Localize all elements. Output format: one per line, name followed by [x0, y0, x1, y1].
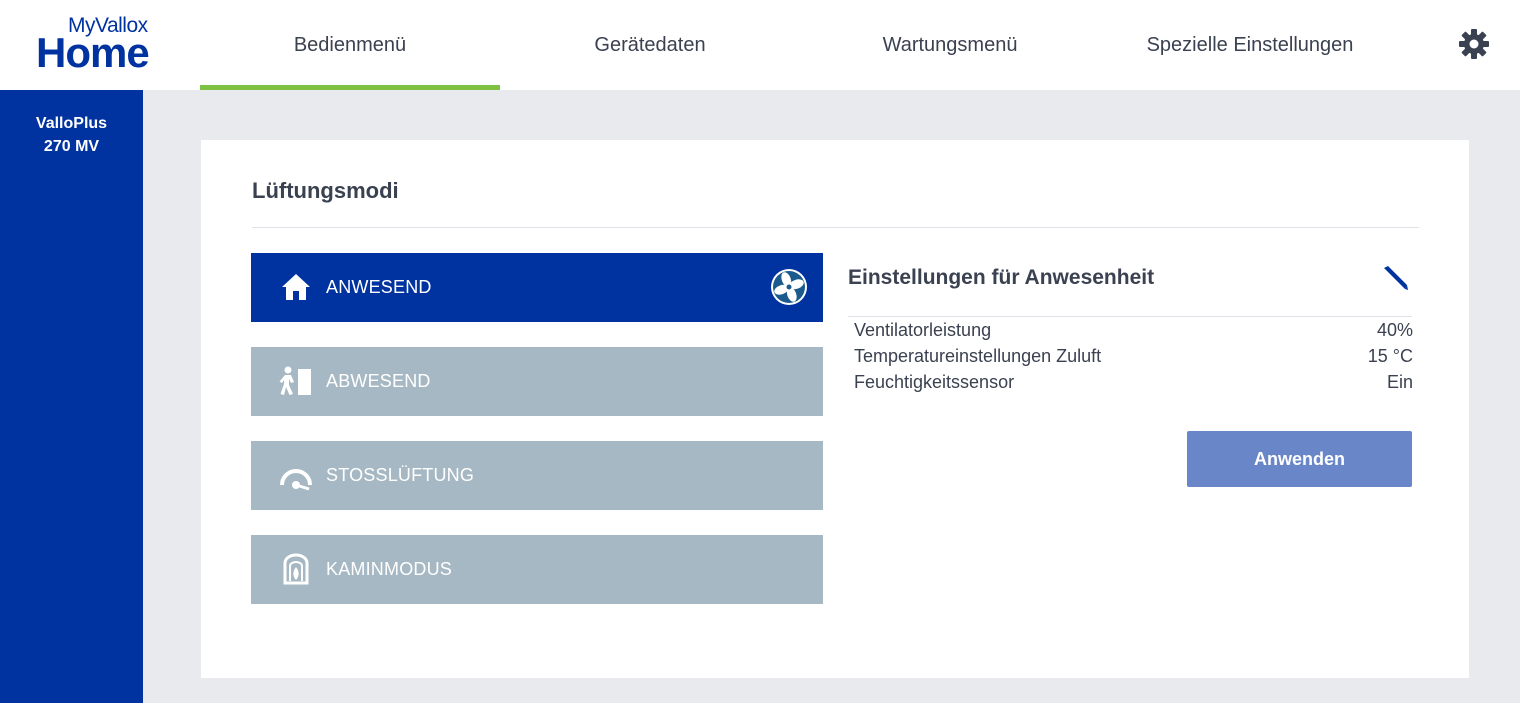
fireplace-icon	[283, 553, 309, 585]
logo-big-text: Home	[36, 29, 150, 76]
setting-label: Ventilatorleistung	[854, 320, 992, 340]
tab-label: Gerätedaten	[594, 33, 706, 56]
setting-value: 40%	[1376, 320, 1413, 340]
tab-geraetedaten[interactable]: Gerätedaten	[500, 0, 800, 90]
tab-spezielle-einstellungen[interactable]: Spezielle Einstellungen	[1100, 0, 1400, 90]
settings-title: Einstellungen für Anwesenheit	[848, 266, 1155, 289]
myvallox-home-logo[interactable]: MyVallox Home	[36, 14, 176, 74]
mode-label: STOSSLÜFTUNG	[326, 465, 475, 485]
device-name[interactable]: ValloPlus 270 MV	[0, 112, 143, 158]
pencil-icon[interactable]	[1381, 264, 1409, 292]
mode-label: ABWESEND	[326, 371, 431, 391]
sidebar: ValloPlus 270 MV	[0, 90, 143, 703]
setting-value: 15 °C	[1367, 346, 1413, 366]
device-variant: 270 MV	[43, 138, 100, 155]
divider	[848, 316, 1412, 317]
setting-row-ventilatorleistung: Ventilatorleistung 40%	[854, 320, 1413, 346]
apply-button[interactable]: Anwenden	[1187, 431, 1412, 487]
mode-abwesend-button[interactable]: ABWESEND	[251, 347, 823, 416]
setting-label: Feuchtigkeitssensor	[854, 372, 1015, 392]
tab-wartungsmenue[interactable]: Wartungsmenü	[800, 0, 1100, 90]
device-model: ValloPlus	[35, 115, 108, 132]
page-title: Lüftungsmodi	[252, 178, 399, 203]
tab-label: Bedienmenü	[293, 33, 407, 56]
top-bar: MyVallox Home Bedienmenü Gerätedaten War…	[0, 0, 1520, 90]
tab-label: Spezielle Einstellungen	[1146, 33, 1354, 56]
gear-icon[interactable]	[1458, 28, 1490, 60]
fan-icon	[771, 269, 807, 305]
setting-label: Temperatureinstellungen Zuluft	[854, 346, 1102, 366]
tab-label: Wartungsmenü	[882, 33, 1018, 56]
boost-gauge-icon	[280, 469, 312, 491]
mode-stossluftung-button[interactable]: STOSSLÜFTUNG	[251, 441, 823, 510]
tab-bedienmenue[interactable]: Bedienmenü	[200, 0, 500, 90]
home-icon	[282, 274, 310, 300]
leaving-icon	[279, 366, 311, 395]
setting-row-feuchtigkeitssensor: Feuchtigkeitssensor Ein	[854, 372, 1413, 398]
setting-row-temperatur-zuluft: Temperatureinstellungen Zuluft 15 °C	[854, 346, 1413, 372]
mode-label: KAMINMODUS	[326, 559, 453, 579]
mode-anwesend-button[interactable]: ANWESEND	[251, 253, 823, 322]
mode-kaminmodus-button[interactable]: KAMINMODUS	[251, 535, 823, 604]
ventilation-modes-card: Lüftungsmodi ANWESEND ABWESEND STOSSLÜFT…	[201, 140, 1469, 678]
mode-label: ANWESEND	[326, 277, 432, 297]
setting-value: Ein	[1386, 372, 1413, 392]
divider	[252, 227, 1419, 228]
